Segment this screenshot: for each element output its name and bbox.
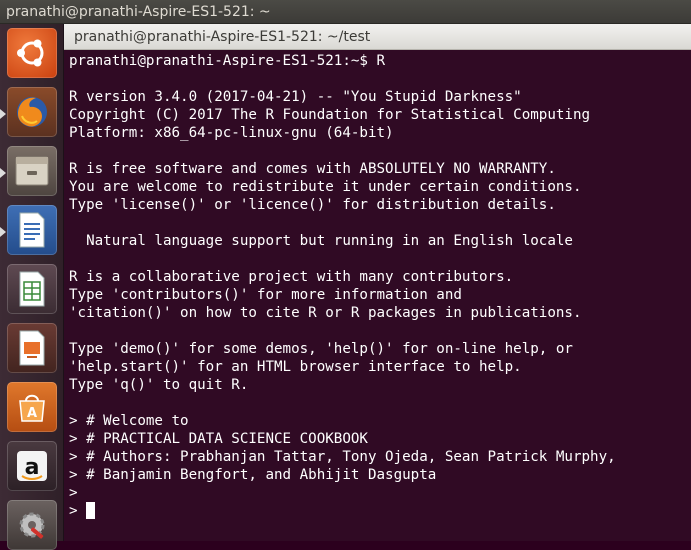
terminal-line: You are welcome to redistribute it under…	[69, 179, 582, 195]
terminal-line: > # PRACTICAL DATA SCIENCE COOKBOOK	[69, 431, 368, 447]
terminal-prompt-line[interactable]: >	[69, 502, 691, 520]
terminal-line: pranathi@pranathi-Aspire-ES1-521:~$ R	[69, 53, 386, 69]
window-title: pranathi@pranathi-Aspire-ES1-521: ~/test	[74, 29, 371, 45]
terminal-line: Type 'q()' to quit R.	[69, 377, 249, 393]
terminal-line: > # Welcome to	[69, 413, 189, 429]
launcher: A a	[0, 24, 64, 550]
terminal-line: > # Banjamin Bengfort, and Abhijit Dasgu…	[69, 467, 437, 483]
terminal-prompt: >	[69, 503, 78, 519]
firefox-icon[interactable]	[7, 87, 57, 137]
terminal-line: Type 'demo()' for some demos, 'help()' f…	[69, 341, 573, 357]
terminal-line: Platform: x86_64-pc-linux-gnu (64-bit)	[69, 125, 394, 141]
terminal-line: R is a collaborative project with many c…	[69, 269, 514, 285]
ubuntu-dash-icon[interactable]	[7, 28, 57, 78]
text-cursor	[85, 502, 95, 519]
calc-icon[interactable]	[7, 264, 57, 314]
top-panel: pranathi@pranathi-Aspire-ES1-521: ~	[0, 0, 691, 24]
files-icon[interactable]	[7, 146, 57, 196]
terminal-line: 'citation()' on how to cite R or R packa…	[69, 305, 582, 321]
terminal-line: Type 'license()' or 'licence()' for dist…	[69, 197, 556, 213]
terminal-line: >	[69, 485, 78, 501]
top-panel-title: pranathi@pranathi-Aspire-ES1-521: ~	[6, 4, 271, 20]
terminal-line: Type 'contributors()' for more informati…	[69, 287, 462, 303]
terminal-line: Copyright (C) 2017 The R Foundation for …	[69, 107, 591, 123]
terminal-line: R is free software and comes with ABSOLU…	[69, 161, 556, 177]
svg-text:A: A	[27, 406, 37, 421]
amazon-icon[interactable]: a	[7, 441, 57, 491]
terminal-window-titlebar[interactable]: pranathi@pranathi-Aspire-ES1-521: ~/test	[64, 24, 691, 50]
terminal-line: Natural language support but running in …	[69, 233, 573, 249]
terminal-output[interactable]: pranathi@pranathi-Aspire-ES1-521:~$ R R …	[64, 50, 691, 541]
software-center-icon[interactable]: A	[7, 382, 57, 432]
terminal-line: > # Authors: Prabhanjan Tattar, Tony Oje…	[69, 449, 616, 465]
svg-text:a: a	[25, 455, 40, 480]
impress-icon[interactable]	[7, 323, 57, 373]
system-settings-icon[interactable]	[7, 500, 57, 550]
terminal-line: R version 3.4.0 (2017-04-21) -- "You Stu…	[69, 89, 522, 105]
writer-icon[interactable]	[7, 205, 57, 255]
terminal-line: 'help.start()' for an HTML browser inter…	[69, 359, 522, 375]
